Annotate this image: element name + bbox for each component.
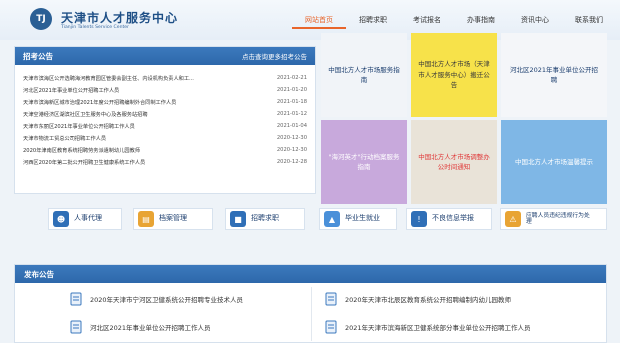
warning-icon: ⚠ (505, 211, 521, 227)
notice-item-date: 2020-12-30 (276, 135, 307, 141)
publish-title: 发布公告 (24, 269, 54, 279)
tile-archive-guide[interactable]: "海河英才"行动档案服务指南 (321, 120, 407, 204)
publish-panel: 发布公告 2020年天津市宁河区卫健系统公开招聘专业技术人员 2020年天津市北… (14, 264, 607, 343)
nav-news-center[interactable]: 资讯中心 (508, 13, 562, 29)
quick-link-personnel-agency[interactable]: ☻ 人事代理 (48, 208, 122, 230)
tile-friendly-reminder[interactable]: 中国北方人才市场温馨提示 (501, 120, 607, 204)
notice-panel: 招考公告 点击查询更多招考公告 天津市滨海区公开选聘海河教育园区管委会副主任、内… (14, 46, 316, 194)
publish-item-text[interactable]: 2020年天津市北辰区教育系统公开招聘编制内幼儿园教师 (345, 294, 511, 304)
notice-item[interactable]: 天津市物流工贸总公司招聘工作人员 2020-12-30 (23, 132, 307, 144)
nav-service-guide[interactable]: 办事指南 (454, 13, 508, 29)
publish-item[interactable]: 2020年天津市北辰区教育系统公开招聘编制内幼儿园教师 (325, 287, 511, 311)
publish-item[interactable]: 2021年天津市滨海新区卫健系统部分事业单位公开招聘工作人员 (325, 315, 531, 339)
document-icon (70, 320, 82, 334)
notice-item-text[interactable]: 天津市东丽区2021年事业单位公开招聘工作人员 (23, 123, 251, 130)
nav-contact-us[interactable]: 联系我们 (562, 13, 616, 29)
document-icon (70, 292, 82, 306)
notice-item[interactable]: 天津市滨海新区城市治理2021年度公开招聘编制外合同制工作人员 2021-01-1… (23, 96, 307, 108)
tile-label: 中国北方人才市场（天津市人才服务中心）搬迁公告 (418, 60, 490, 90)
quick-link-label: 不良信息举报 (432, 214, 474, 223)
divider (311, 287, 312, 341)
notice-item[interactable]: 天津市滨海区公开选聘海河教育园区管委会副主任、内设机构负责人和工... 2021-… (23, 72, 307, 84)
tile-label: 中国北方人才市场温馨提示 (515, 157, 593, 166)
folder-icon: ▤ (138, 211, 154, 227)
notice-item-date: 2021-01-18 (276, 99, 307, 105)
publish-header: 发布公告 (15, 265, 606, 283)
notice-item-text[interactable]: 天津市物流工贸总公司招聘工作人员 (23, 135, 251, 142)
briefcase-icon: ■ (230, 211, 246, 227)
notice-item-text[interactable]: 天津空港经济区湖滨社区卫生服务中心及各服务站招聘 (23, 111, 251, 118)
user-card-icon: ☻ (53, 211, 69, 227)
notice-item-date: 2021-01-04 (276, 123, 307, 129)
tile-office-hours-notice[interactable]: 中国北方人才市场调整办公时间通知 (411, 120, 497, 204)
quick-link-graduate-employment[interactable]: ▲ 毕业生就业 (319, 208, 397, 230)
report-icon: ! (411, 211, 427, 227)
notice-item[interactable]: 2020年津南区教育系统招聘劳务派遣制幼儿园教师 2020-12-30 (23, 144, 307, 156)
notice-item-text[interactable]: 河西区2020年第二批公开招聘卫生健康系统工作人员 (23, 159, 251, 166)
quick-link-label: 人事代理 (74, 214, 102, 223)
tile-service-guide[interactable]: 中国北方人才市场服务指南 (321, 33, 407, 117)
publish-item[interactable]: 河北区2021年事业单位公开招聘工作人员 (70, 315, 211, 339)
notice-list: 天津市滨海区公开选聘海河教育园区管委会副主任、内设机构负责人和工... 2021-… (15, 65, 315, 168)
tile-label: 中国北方人才市场调整办公时间通知 (418, 152, 490, 171)
notice-item-date: 2020-12-30 (276, 147, 307, 153)
notice-item-date: 2021-01-20 (276, 87, 307, 93)
notice-item[interactable]: 天津空港经济区湖滨社区卫生服务中心及各服务站招聘 2021-01-12 (23, 108, 307, 120)
graduation-icon: ▲ (324, 211, 340, 227)
main-nav: 网站首页 招聘求职 考试报名 办事指南 资讯中心 联系我们 (292, 13, 616, 29)
quick-link-report-bad-info[interactable]: ! 不良信息举报 (406, 208, 492, 230)
quick-link-archive-management[interactable]: ▤ 档案管理 (133, 208, 213, 230)
notice-item-text[interactable]: 河北区2021年事业单位公开招聘工作人员 (23, 87, 251, 94)
document-icon (325, 320, 337, 334)
notice-item-date: 2021-02-21 (276, 75, 307, 81)
notice-item-date: 2020-12-28 (276, 159, 307, 165)
quick-link-recruitment[interactable]: ■ 招聘求职 (225, 208, 305, 230)
nav-recruitment[interactable]: 招聘求职 (346, 13, 400, 29)
site-subtitle: Tianjin Talents Service Center (61, 25, 130, 30)
tile-label: 河北区2021年事业单位公开招聘 (509, 65, 599, 84)
publish-item-text[interactable]: 河北区2021年事业单位公开招聘工作人员 (90, 322, 211, 332)
notice-item[interactable]: 天津市东丽区2021年事业单位公开招聘工作人员 2021-01-04 (23, 120, 307, 132)
site-logo-icon[interactable]: TJ (30, 8, 52, 30)
publish-item-text[interactable]: 2021年天津市滨海新区卫健系统部分事业单位公开招聘工作人员 (345, 322, 531, 332)
nav-exam-registration[interactable]: 考试报名 (400, 13, 454, 29)
site-title[interactable]: 天津市人才服务中心 (61, 9, 178, 26)
notice-item-text[interactable]: 天津市滨海新区城市治理2021年度公开招聘编制外合同制工作人员 (23, 99, 251, 106)
tile-hebei-recruitment[interactable]: 河北区2021年事业单位公开招聘 (501, 33, 607, 117)
quick-link-violation-handling[interactable]: ⚠ 应聘人员违纪违规行为处理 (500, 208, 607, 230)
notice-item-text[interactable]: 2020年津南区教育系统招聘劳务派遣制幼儿园教师 (23, 147, 251, 154)
tile-relocation-notice[interactable]: 中国北方人才市场（天津市人才服务中心）搬迁公告 (411, 33, 497, 117)
notice-header: 招考公告 点击查询更多招考公告 (15, 47, 315, 65)
document-icon (325, 292, 337, 306)
publish-item-text[interactable]: 2020年天津市宁河区卫健系统公开招聘专业技术人员 (90, 294, 243, 304)
quick-link-label: 档案管理 (159, 214, 187, 223)
notice-item-date: 2021-01-12 (276, 111, 307, 117)
notice-item[interactable]: 河西区2020年第二批公开招聘卫生健康系统工作人员 2020-12-28 (23, 156, 307, 168)
quick-link-label: 招聘求职 (251, 214, 279, 223)
tile-label: "海河英才"行动档案服务指南 (328, 152, 400, 171)
notice-item[interactable]: 河北区2021年事业单位公开招聘工作人员 2021-01-20 (23, 84, 307, 96)
nav-home[interactable]: 网站首页 (292, 13, 346, 29)
notice-more-link[interactable]: 点击查询更多招考公告 (242, 51, 307, 61)
publish-item[interactable]: 2020年天津市宁河区卫健系统公开招聘专业技术人员 (70, 287, 243, 311)
quick-link-label: 应聘人员违纪违规行为处理 (526, 212, 590, 225)
notice-title: 招考公告 (23, 51, 53, 61)
notice-item-text[interactable]: 天津市滨海区公开选聘海河教育园区管委会副主任、内设机构负责人和工... (23, 75, 251, 82)
quick-link-label: 毕业生就业 (345, 214, 380, 223)
tile-label: 中国北方人才市场服务指南 (328, 65, 400, 84)
